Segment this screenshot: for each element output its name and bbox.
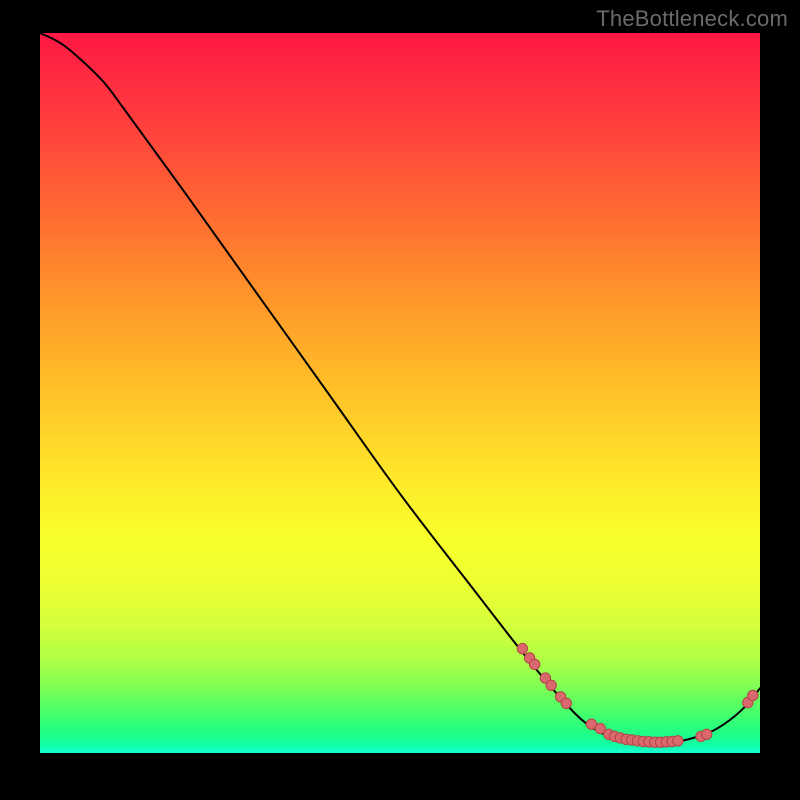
- data-marker: [529, 659, 539, 669]
- chart-frame: TheBottleneck.com: [0, 0, 800, 800]
- data-marker: [546, 680, 556, 690]
- data-markers-group: [517, 643, 758, 747]
- data-marker: [561, 698, 571, 708]
- watermark-text: TheBottleneck.com: [596, 6, 788, 32]
- plot-area: [40, 33, 760, 753]
- bottleneck-curve: [40, 33, 760, 743]
- data-marker: [517, 643, 527, 653]
- data-marker: [748, 690, 758, 700]
- chart-svg: [40, 33, 760, 753]
- data-marker: [702, 729, 712, 739]
- data-marker: [673, 736, 683, 746]
